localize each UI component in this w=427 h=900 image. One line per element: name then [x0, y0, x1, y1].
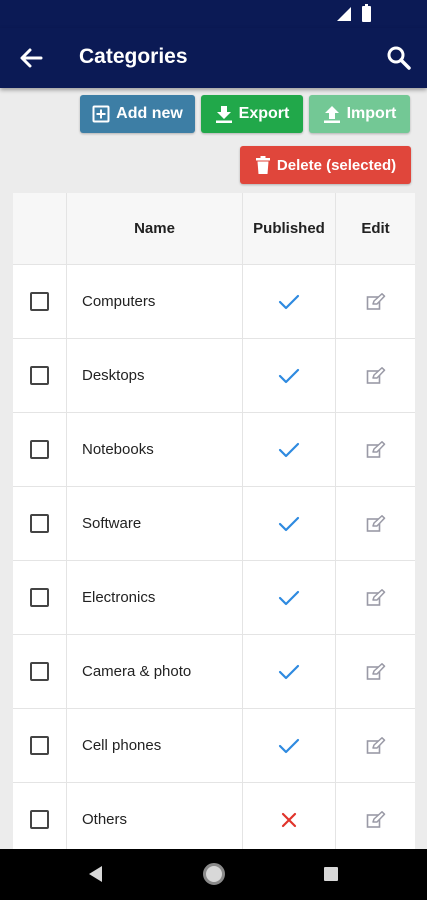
- table-row: Notebooks: [13, 413, 415, 487]
- edit-cell: [336, 413, 415, 486]
- page-title: Categories: [79, 45, 188, 68]
- category-name[interactable]: Electronics: [67, 561, 243, 634]
- category-name[interactable]: Others: [67, 783, 243, 856]
- battery-icon: [362, 4, 371, 22]
- row-checkbox[interactable]: [30, 810, 49, 829]
- export-label: Export: [238, 105, 290, 122]
- header-select-cell: [13, 193, 67, 264]
- status-bar: [0, 0, 427, 28]
- row-select-cell: [13, 265, 67, 338]
- check-icon: [278, 590, 300, 605]
- cross-icon: [281, 812, 297, 827]
- edit-cell: [336, 487, 415, 560]
- upload-icon: [323, 106, 340, 123]
- row-checkbox[interactable]: [30, 514, 49, 533]
- column-header-published[interactable]: Published: [243, 193, 336, 264]
- add-new-button[interactable]: Add new: [80, 95, 195, 133]
- row-select-cell: [13, 413, 67, 486]
- edit-icon[interactable]: [366, 736, 386, 755]
- published-cell: [243, 339, 336, 412]
- published-cell: [243, 561, 336, 634]
- edit-icon[interactable]: [366, 440, 386, 459]
- published-cell: [243, 487, 336, 560]
- edit-icon[interactable]: [366, 810, 386, 829]
- table-row: Desktops: [13, 339, 415, 413]
- back-button[interactable]: [16, 44, 46, 72]
- category-name[interactable]: Camera & photo: [67, 635, 243, 708]
- check-icon: [278, 738, 300, 753]
- check-icon: [278, 664, 300, 679]
- published-cell: [243, 413, 336, 486]
- nav-recents-icon[interactable]: [324, 867, 338, 881]
- nav-home-icon[interactable]: [203, 863, 225, 885]
- row-checkbox[interactable]: [30, 292, 49, 311]
- category-name[interactable]: Software: [67, 487, 243, 560]
- edit-cell: [336, 265, 415, 338]
- table-row: Camera & photo: [13, 635, 415, 709]
- download-icon: [215, 106, 232, 123]
- edit-icon[interactable]: [366, 588, 386, 607]
- published-cell: [243, 709, 336, 782]
- edit-cell: [336, 339, 415, 412]
- import-button[interactable]: Import: [309, 95, 410, 133]
- row-select-cell: [13, 561, 67, 634]
- row-select-cell: [13, 339, 67, 412]
- edit-cell: [336, 561, 415, 634]
- row-checkbox[interactable]: [30, 440, 49, 459]
- table-row: Cell phones: [13, 709, 415, 783]
- published-cell: [243, 265, 336, 338]
- delete-label: Delete (selected): [276, 156, 397, 174]
- signal-icon: [337, 7, 351, 21]
- category-name[interactable]: Desktops: [67, 339, 243, 412]
- edit-icon[interactable]: [366, 662, 386, 681]
- published-cell: [243, 635, 336, 708]
- arrow-left-icon: [20, 48, 43, 68]
- row-select-cell: [13, 635, 67, 708]
- plus-square-icon: [92, 105, 110, 123]
- edit-icon[interactable]: [366, 514, 386, 533]
- row-checkbox[interactable]: [30, 588, 49, 607]
- search-icon: [387, 46, 411, 70]
- edit-icon[interactable]: [366, 292, 386, 311]
- check-icon: [278, 294, 300, 309]
- category-name[interactable]: Computers: [67, 265, 243, 338]
- nav-back-icon[interactable]: [89, 866, 102, 882]
- categories-table: Name Published Edit Computers Desktops Not…: [13, 193, 415, 857]
- delete-selected-button[interactable]: Delete (selected): [240, 146, 411, 184]
- check-icon: [278, 442, 300, 457]
- app-bar: Categories: [0, 28, 427, 88]
- published-cell: [243, 783, 336, 856]
- edit-cell: [336, 709, 415, 782]
- edit-icon[interactable]: [366, 366, 386, 385]
- check-icon: [278, 368, 300, 383]
- table-header-row: Name Published Edit: [13, 193, 415, 265]
- category-name[interactable]: Notebooks: [67, 413, 243, 486]
- row-checkbox[interactable]: [30, 662, 49, 681]
- export-button[interactable]: Export: [201, 95, 303, 133]
- search-button[interactable]: [385, 44, 413, 72]
- row-select-cell: [13, 487, 67, 560]
- check-icon: [278, 516, 300, 531]
- table-row: Computers: [13, 265, 415, 339]
- table-row: Software: [13, 487, 415, 561]
- category-name[interactable]: Cell phones: [67, 709, 243, 782]
- import-label: Import: [346, 105, 397, 122]
- table-row: Electronics: [13, 561, 415, 635]
- column-header-name[interactable]: Name: [67, 193, 243, 264]
- trash-icon: [255, 156, 270, 174]
- row-checkbox[interactable]: [30, 366, 49, 385]
- table-row: Others: [13, 783, 415, 857]
- row-checkbox[interactable]: [30, 736, 49, 755]
- add-new-label: Add new: [116, 105, 183, 122]
- edit-cell: [336, 783, 415, 856]
- column-header-edit: Edit: [361, 220, 390, 237]
- row-select-cell: [13, 783, 67, 856]
- system-nav-bar: [0, 849, 427, 900]
- edit-cell: [336, 635, 415, 708]
- row-select-cell: [13, 709, 67, 782]
